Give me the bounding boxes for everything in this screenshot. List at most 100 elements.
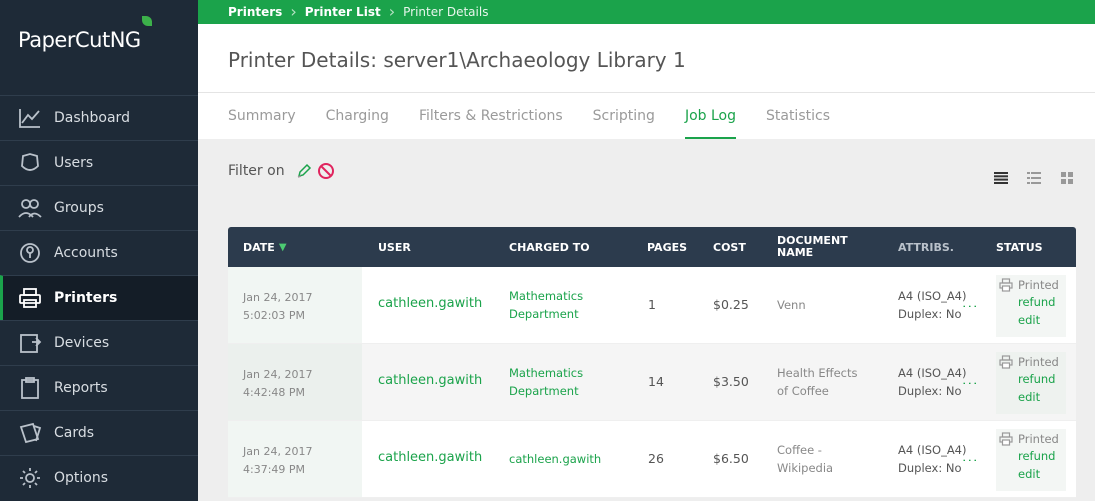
tab-statistics[interactable]: Statistics bbox=[766, 93, 830, 139]
attr-paper-size: A4 (ISO_A4) bbox=[898, 289, 967, 303]
column-header-attribs: ATTRIBS. bbox=[898, 240, 954, 254]
document-name: Venn bbox=[777, 296, 877, 314]
date-cell: Jan 24, 2017 4:37:49 PM bbox=[228, 421, 362, 497]
tab-scripting[interactable]: Scripting bbox=[593, 93, 655, 139]
sidebar-item-cards[interactable]: Cards bbox=[0, 410, 198, 455]
charged-to-line: Mathematics bbox=[509, 289, 584, 303]
devices-icon bbox=[18, 332, 42, 354]
tab-charging[interactable]: Charging bbox=[326, 93, 389, 139]
sidebar-item-printers[interactable]: Printers bbox=[0, 275, 198, 320]
breadcrumb-printers[interactable]: Printers bbox=[228, 5, 282, 19]
edit-link[interactable]: edit bbox=[998, 311, 1066, 329]
pages-value: 1 bbox=[648, 297, 656, 312]
charged-to-link[interactable]: cathleen.gawith bbox=[509, 450, 619, 468]
date-cell: Jan 24, 2017 5:02:03 PM bbox=[228, 267, 362, 343]
cards-icon bbox=[18, 422, 42, 444]
sidebar-item-devices[interactable]: Devices bbox=[0, 320, 198, 365]
more-attribs-icon[interactable]: ˙˙˙ bbox=[962, 304, 979, 317]
breadcrumb-printer-list[interactable]: Printer List bbox=[305, 5, 381, 19]
sidebar-item-accounts[interactable]: Accounts bbox=[0, 230, 198, 275]
column-header-charged-to[interactable]: CHARGED TO bbox=[509, 227, 590, 267]
chevron-right-icon: › bbox=[290, 2, 297, 21]
pencil-icon[interactable] bbox=[295, 162, 313, 180]
pages-value: 26 bbox=[648, 451, 664, 466]
more-attribs-icon[interactable]: ˙˙˙ bbox=[962, 381, 979, 394]
charged-to-line: Department bbox=[509, 307, 579, 321]
sidebar-item-options[interactable]: Options bbox=[0, 455, 198, 500]
column-header-cost[interactable]: COST bbox=[713, 227, 746, 267]
column-header-document-name[interactable]: DOCUMENT NAME bbox=[777, 227, 848, 267]
printer-icon bbox=[18, 287, 42, 309]
no-filter-icon[interactable] bbox=[317, 162, 335, 180]
job-time: 4:37:49 PM bbox=[243, 463, 306, 476]
sidebar-item-users[interactable]: Users bbox=[0, 140, 198, 185]
charged-to-link[interactable]: Mathematics Department bbox=[509, 364, 619, 400]
edit-link[interactable]: edit bbox=[998, 388, 1066, 406]
job-date: Jan 24, 2017 bbox=[243, 291, 313, 304]
attr-duplex: Duplex: No bbox=[898, 461, 962, 475]
document-name-line: Coffee - bbox=[777, 443, 822, 457]
filter-label: Filter on bbox=[228, 163, 285, 179]
chevron-right-icon: › bbox=[388, 2, 396, 21]
column-header-date[interactable]: DATE ▼ bbox=[243, 227, 287, 267]
reports-icon bbox=[18, 377, 42, 399]
users-icon bbox=[18, 152, 42, 174]
document-name-line: Health Effects bbox=[777, 366, 858, 380]
sidebar-item-label: Devices bbox=[54, 335, 110, 351]
breadcrumb-printer-details: Printer Details bbox=[403, 5, 489, 19]
edit-link[interactable]: edit bbox=[998, 465, 1066, 483]
page-header: Printer Details: server1\Archaeology Lib… bbox=[198, 24, 1095, 93]
logo-text: PaperCut bbox=[18, 28, 110, 52]
sidebar-item-label: Users bbox=[54, 155, 94, 171]
logo[interactable]: PaperCutNG bbox=[18, 16, 152, 52]
status-cell: Printed refund edit bbox=[996, 352, 1066, 414]
attribs-cell: A4 (ISO_A4) Duplex: No˙˙˙ bbox=[898, 364, 983, 401]
charged-to-line: Department bbox=[509, 384, 579, 398]
list-compact-icon[interactable] bbox=[993, 170, 1009, 186]
dashboard-icon bbox=[18, 107, 42, 129]
tab-filters-restrictions[interactable]: Filters & Restrictions bbox=[419, 93, 563, 139]
user-link[interactable]: cathleen.gawith bbox=[378, 373, 482, 388]
list-detail-icon[interactable] bbox=[1026, 170, 1042, 186]
status-cell: Printed refund edit bbox=[996, 275, 1066, 337]
cost-value: $3.50 bbox=[713, 374, 749, 389]
document-name-line: Venn bbox=[777, 298, 806, 312]
refund-link[interactable]: refund bbox=[998, 447, 1066, 465]
charged-to-link[interactable]: Mathematics Department bbox=[509, 287, 619, 323]
attribs-cell: A4 (ISO_A4) Duplex: No˙˙˙ bbox=[898, 441, 983, 478]
sidebar-nav: Dashboard Users Groups Accounts Printers… bbox=[0, 95, 198, 500]
job-date: Jan 24, 2017 bbox=[243, 445, 313, 458]
sidebar-item-groups[interactable]: Groups bbox=[0, 185, 198, 230]
tab-bar: Summary Charging Filters & Restrictions … bbox=[198, 93, 1095, 139]
printer-icon bbox=[998, 354, 1014, 370]
page-title: Printer Details: server1\Archaeology Lib… bbox=[228, 48, 686, 72]
sidebar-item-label: Groups bbox=[54, 200, 104, 216]
tab-job-log[interactable]: Job Log bbox=[684, 93, 737, 139]
filter-bar: Filter on bbox=[228, 162, 335, 180]
sort-descending-icon: ▼ bbox=[278, 241, 287, 253]
user-link[interactable]: cathleen.gawith bbox=[378, 450, 482, 465]
refund-link[interactable]: refund bbox=[998, 370, 1066, 388]
column-header-label: NAME bbox=[777, 246, 814, 259]
column-header-label: DATE bbox=[243, 240, 275, 254]
table-row: Jan 24, 2017 5:02:03 PM cathleen.gawith … bbox=[228, 267, 1076, 344]
table-row: Jan 24, 2017 4:37:49 PM cathleen.gawith … bbox=[228, 421, 1076, 498]
cost-value: $0.25 bbox=[713, 297, 749, 312]
pages-value: 14 bbox=[648, 374, 664, 389]
column-header-pages[interactable]: PAGES bbox=[647, 227, 687, 267]
user-link[interactable]: cathleen.gawith bbox=[378, 296, 482, 311]
sidebar-item-label: Options bbox=[54, 470, 109, 486]
job-time: 4:42:48 PM bbox=[243, 386, 306, 399]
sidebar-item-dashboard[interactable]: Dashboard bbox=[0, 95, 198, 140]
tab-summary[interactable]: Summary bbox=[228, 93, 296, 139]
status-text: Printed bbox=[1018, 355, 1059, 369]
document-name-line: Wikipedia bbox=[777, 461, 834, 475]
sidebar-item-reports[interactable]: Reports bbox=[0, 365, 198, 410]
sidebar-item-label: Printers bbox=[54, 290, 118, 306]
status-cell: Printed refund edit bbox=[996, 429, 1066, 491]
grid-icon[interactable] bbox=[1059, 170, 1075, 186]
column-header-user[interactable]: USER bbox=[378, 227, 411, 267]
breadcrumb: Printers › Printer List › Printer Detail… bbox=[198, 0, 1095, 24]
refund-link[interactable]: refund bbox=[998, 293, 1066, 311]
more-attribs-icon[interactable]: ˙˙˙ bbox=[962, 458, 979, 471]
